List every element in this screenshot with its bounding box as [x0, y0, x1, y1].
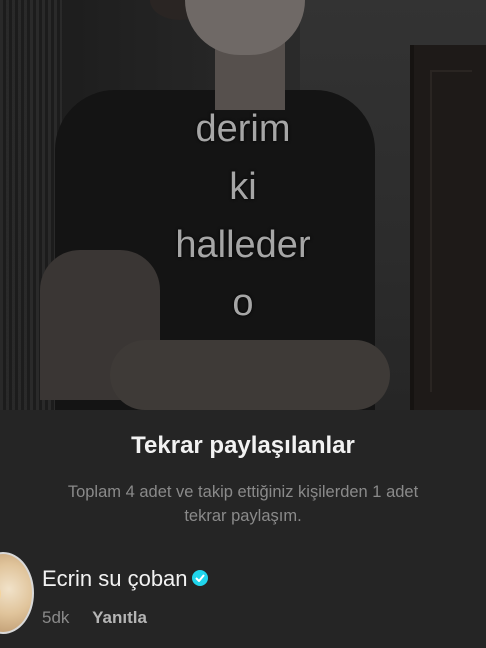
- subtitle-line: tekrar paylaşım.: [184, 507, 302, 525]
- caption-line: derim: [195, 108, 291, 150]
- subtitle-line: Toplam 4 adet ve takip ettiğiniz kişiler…: [67, 483, 419, 501]
- reposts-sheet: Tekrar paylaşılanlar Toplam 4 adet ve ta…: [0, 410, 486, 648]
- comment-meta: 5dk Yanıtla: [42, 608, 147, 628]
- reply-button[interactable]: Yanıtla: [92, 608, 147, 627]
- verified-badge-icon: [191, 570, 208, 587]
- repost-screen: derim ki halleder o Tekrar paylaşılanlar…: [0, 0, 486, 648]
- sheet-title: Tekrar paylaşılanlar: [131, 432, 355, 459]
- repost-list-item[interactable]: Ecrin su çoban 5dk Yanıtla: [0, 550, 486, 648]
- caption-line: o: [232, 282, 254, 324]
- person-forearm: [110, 340, 390, 410]
- caption-line: halleder: [175, 224, 311, 266]
- video-caption-overlay: derim ki halleder o: [0, 100, 486, 332]
- sheet-subtitle: Toplam 4 adet ve takip ettiğiniz kişiler…: [20, 480, 466, 528]
- video-player[interactable]: derim ki halleder o: [0, 0, 486, 410]
- username[interactable]: Ecrin su çoban: [42, 566, 188, 591]
- username-row[interactable]: Ecrin su çoban: [42, 566, 208, 592]
- person-chin: [185, 0, 305, 55]
- avatar-detail: [0, 582, 1, 606]
- caption-line: ki: [229, 166, 257, 208]
- timestamp: 5dk: [42, 608, 70, 627]
- avatar[interactable]: [0, 552, 34, 634]
